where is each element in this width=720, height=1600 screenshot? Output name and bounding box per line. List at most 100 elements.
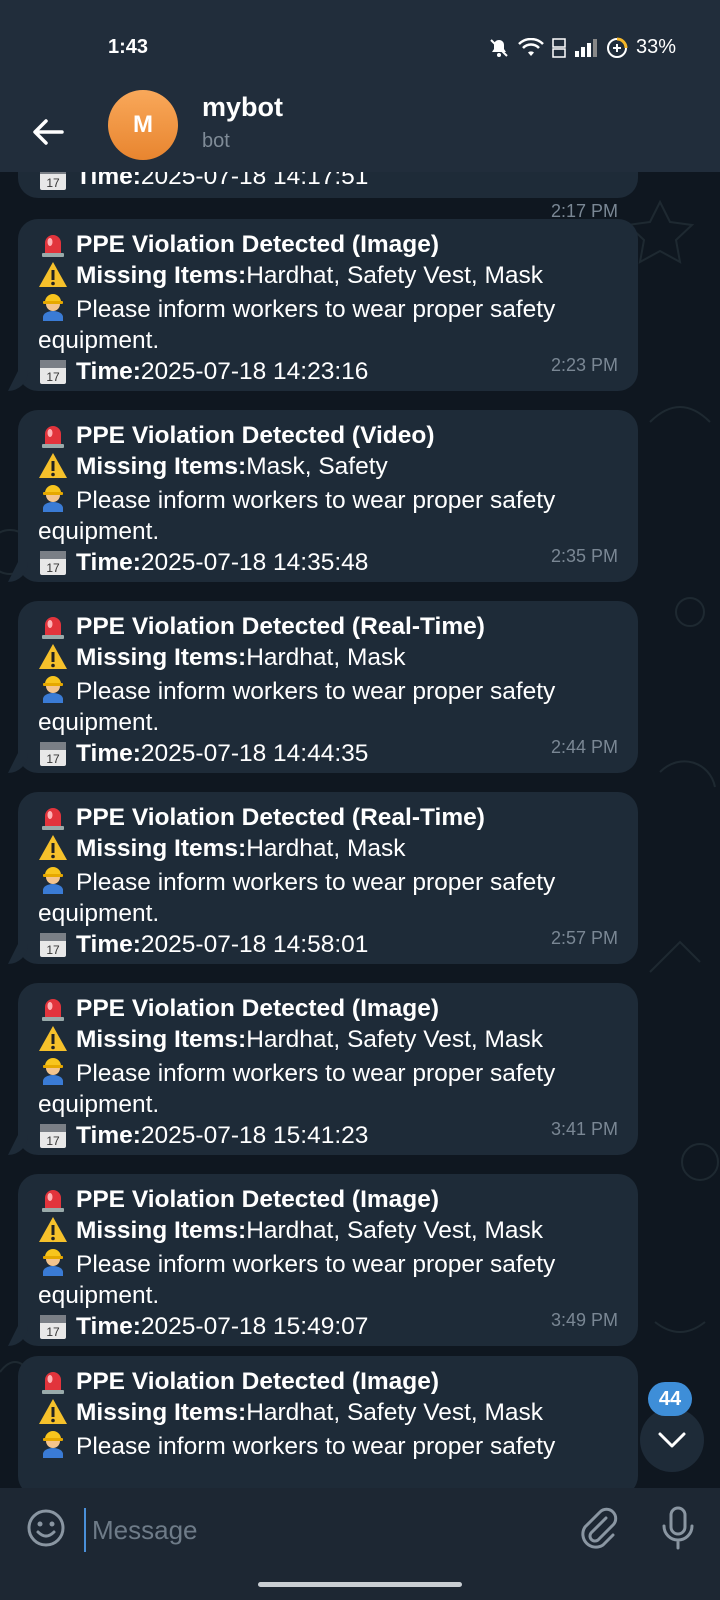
- svg-text:17: 17: [46, 943, 60, 957]
- notice-text: Please inform workers to wear proper saf…: [38, 1251, 556, 1309]
- violation-title: PPE Violation Detected (Real-Time): [76, 613, 485, 640]
- mute-bell-icon: [490, 38, 508, 57]
- battery-saver-icon: [606, 37, 628, 58]
- missing-items-value: Hardhat, Safety Vest, Mask: [246, 1026, 544, 1053]
- construction-worker-icon: [43, 485, 63, 512]
- warning-icon: [39, 453, 67, 478]
- construction-worker-icon: [43, 1249, 63, 1276]
- message-timestamp: 2:23 PM: [550, 355, 618, 375]
- message-bubble[interactable]: PPE Violation Detected (Image) Missing It…: [18, 983, 638, 1155]
- violation-title: PPE Violation Detected (Image): [76, 1186, 440, 1213]
- calendar-icon: 17: [40, 172, 66, 190]
- missing-items-label: Missing Items:: [76, 1399, 247, 1426]
- notice-text: Please inform workers to wear proper saf…: [38, 487, 556, 545]
- siren-icon: [42, 1372, 64, 1394]
- unread-count-badge[interactable]: 44: [648, 1382, 692, 1416]
- time-value: 2025-07-18 14:23:16: [140, 358, 369, 385]
- time-label: Time:: [76, 172, 141, 190]
- missing-items-label: Missing Items:: [76, 644, 247, 671]
- construction-worker-icon: [43, 676, 63, 703]
- siren-icon: [42, 999, 64, 1021]
- svg-text:17: 17: [46, 370, 60, 384]
- home-indicator[interactable]: [258, 1582, 462, 1587]
- notice-text: Please inform workers to wear proper saf…: [38, 869, 556, 927]
- calendar-icon: 17: [40, 742, 66, 766]
- message-bubble[interactable]: PPE Violation Detected (Real-Time) Missin…: [18, 792, 638, 964]
- message-bubble-partial[interactable]: 17 Time: 2025-07-18 14:17:51 2:17 PM: [18, 172, 638, 221]
- time-value: 2025-07-18 14:58:01: [140, 931, 369, 958]
- time-value: 2025-07-18 15:49:07: [140, 1313, 369, 1340]
- time-label: Time:: [76, 740, 141, 767]
- siren-icon: [42, 1190, 64, 1212]
- warning-icon: [39, 1399, 67, 1424]
- calendar-icon: 17: [40, 1315, 66, 1339]
- back-button[interactable]: [26, 110, 70, 154]
- back-arrow-icon: [33, 119, 64, 145]
- time-label: Time:: [76, 1313, 141, 1340]
- notice-text: Please inform workers to wear proper saf…: [38, 1060, 556, 1118]
- svg-text:17: 17: [46, 561, 60, 575]
- svg-text:17: 17: [46, 1134, 60, 1148]
- paperclip-icon[interactable]: [576, 1506, 620, 1550]
- message-bubble[interactable]: PPE Violation Detected (Image) Missing It…: [18, 1356, 638, 1488]
- missing-items-label: Missing Items:: [76, 1026, 247, 1053]
- time-label: Time:: [76, 358, 141, 385]
- construction-worker-icon: [43, 1058, 63, 1085]
- warning-icon: [39, 262, 67, 287]
- message-bubble[interactable]: PPE Violation Detected (Real-Time) Missin…: [18, 601, 638, 773]
- calendar-icon: 17: [40, 933, 66, 957]
- notice-text: Please inform workers to wear proper saf…: [38, 678, 556, 736]
- violation-title: PPE Violation Detected (Real-Time): [76, 804, 485, 831]
- time-value: 2025-07-18 14:44:35: [140, 740, 369, 767]
- siren-icon: [42, 235, 64, 257]
- calendar-icon: 17: [40, 551, 66, 575]
- message-timestamp: 2:35 PM: [550, 546, 618, 566]
- message-timestamp: 2:44 PM: [550, 737, 618, 757]
- navigation-bar: [0, 1568, 720, 1600]
- scroll-down-button[interactable]: [640, 1408, 704, 1472]
- chat-header: M mybot bot: [0, 90, 720, 172]
- message-composer: [0, 1488, 720, 1568]
- missing-items-value: Hardhat, Mask: [246, 644, 406, 671]
- chevron-down-icon: [658, 1432, 686, 1448]
- missing-items-label: Missing Items:: [76, 453, 247, 480]
- emoji-icon[interactable]: [24, 1506, 68, 1550]
- siren-icon: [42, 426, 64, 448]
- chat-messages[interactable]: 17 Time: 2025-07-18 14:17:51 2:17 PM PPE…: [0, 172, 720, 1488]
- volte-icon: [552, 37, 566, 58]
- message-timestamp: 3:49 PM: [550, 1310, 618, 1330]
- construction-worker-icon: [43, 294, 63, 321]
- message-input[interactable]: [84, 1508, 534, 1552]
- calendar-icon: 17: [40, 360, 66, 384]
- chat-subtitle: bot: [202, 130, 230, 152]
- message-bubble[interactable]: PPE Violation Detected (Video) Missing It…: [18, 410, 638, 582]
- battery-percent: 33%: [635, 36, 676, 58]
- time-value: 2025-07-18 15:41:23: [140, 1122, 369, 1149]
- missing-items-value: Hardhat, Safety Vest, Mask: [246, 1399, 544, 1426]
- status-time: 1:43: [108, 36, 149, 58]
- message-timestamp: 2:57 PM: [550, 928, 618, 948]
- message-bubble[interactable]: PPE Violation Detected (Image) Missing It…: [18, 1174, 638, 1346]
- message-bubble[interactable]: PPE Violation Detected (Image) Missing It…: [18, 219, 638, 391]
- siren-icon: [42, 617, 64, 639]
- time-label: Time:: [76, 931, 141, 958]
- avatar[interactable]: M: [108, 90, 178, 160]
- construction-worker-icon: [43, 867, 63, 894]
- violation-title: PPE Violation Detected (Image): [76, 995, 440, 1022]
- missing-items-label: Missing Items:: [76, 262, 247, 289]
- time-label: Time:: [76, 1122, 141, 1149]
- svg-text:17: 17: [46, 1325, 60, 1339]
- calendar-icon: 17: [40, 1124, 66, 1148]
- time-value: 2025-07-18 14:35:48: [140, 549, 369, 576]
- message-timestamp: 3:41 PM: [550, 1119, 618, 1139]
- status-bar: 1:43 33%: [0, 0, 720, 92]
- time-value: 2025-07-18 14:17:51: [140, 172, 369, 190]
- svg-text:17: 17: [46, 752, 60, 766]
- notice-text: Please inform workers to wear proper saf…: [38, 296, 556, 354]
- microphone-icon[interactable]: [656, 1504, 700, 1552]
- time-label: Time:: [76, 549, 141, 576]
- warning-icon: [39, 644, 67, 669]
- chat-title[interactable]: mybot: [202, 92, 283, 123]
- siren-icon: [42, 808, 64, 830]
- construction-worker-icon: [43, 1431, 63, 1458]
